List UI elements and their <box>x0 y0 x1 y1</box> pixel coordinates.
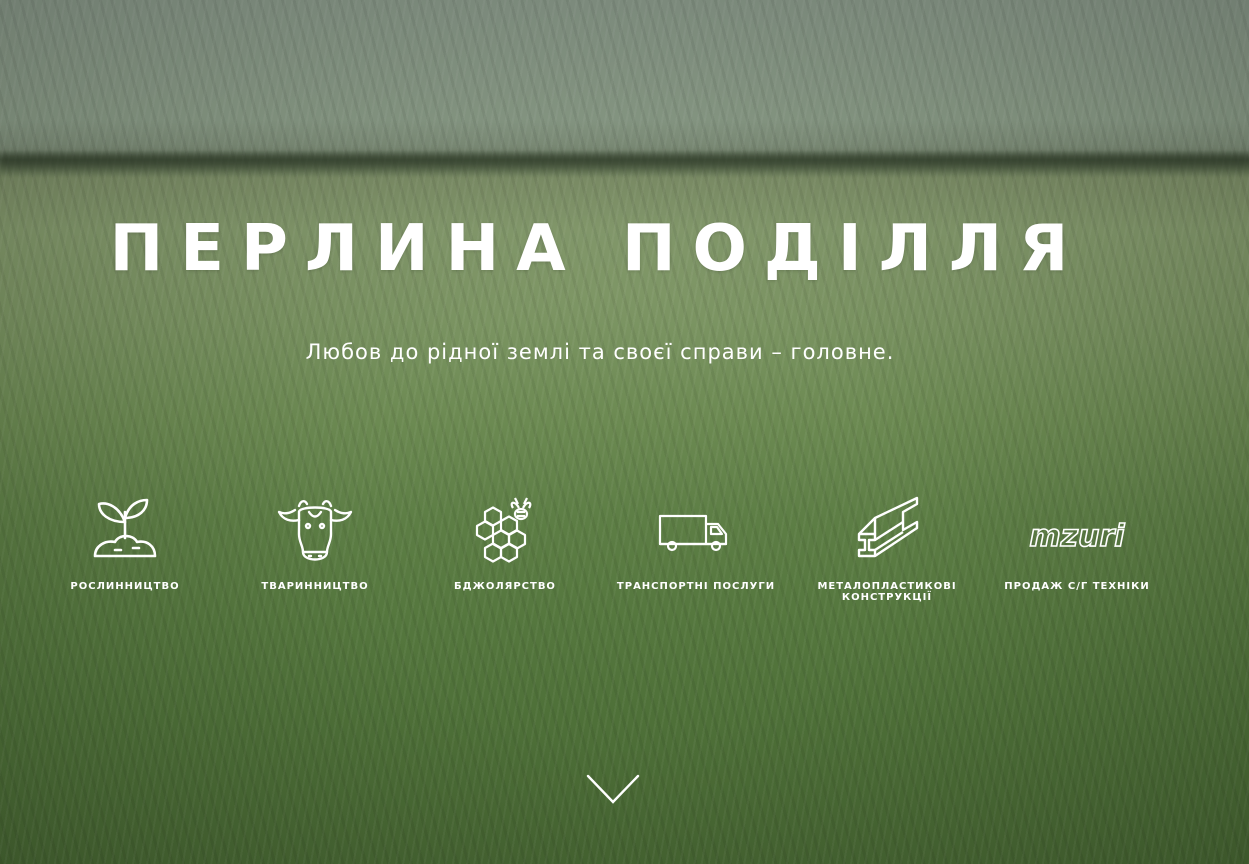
honeycomb-bee-icon <box>465 490 545 570</box>
service-beekeeping[interactable]: бджолярство <box>405 490 605 592</box>
service-label: продаж с/г техніки <box>1004 581 1150 592</box>
services-list: рослинництво тваринництво <box>25 490 1225 620</box>
service-label: бджолярство <box>454 581 556 592</box>
service-crop-production[interactable]: рослинництво <box>25 490 225 592</box>
hero-title: ПЕРЛИНА ПОДІЛЛЯ <box>109 212 1086 286</box>
service-transport[interactable]: транспортні послуги <box>596 490 796 592</box>
hero-overlay <box>0 0 1249 864</box>
service-label: транспортні послуги <box>616 581 776 592</box>
service-label: рослинництво <box>70 581 180 592</box>
plant-sprout-icon <box>85 490 165 570</box>
mzuri-logo-icon: mzuri <box>1029 490 1126 570</box>
steel-beam-icon <box>847 490 927 570</box>
service-metal-plastic[interactable]: металопластикові конструкції <box>787 490 987 603</box>
delivery-truck-icon <box>656 490 736 570</box>
service-machinery-sales[interactable]: mzuri продаж с/г техніки <box>977 490 1177 592</box>
chevron-down-icon <box>586 774 640 804</box>
scroll-down-button[interactable] <box>585 770 641 810</box>
cow-head-icon <box>275 490 355 570</box>
mzuri-logo-text: mzuri <box>1029 519 1125 554</box>
service-livestock[interactable]: тваринництво <box>215 490 415 592</box>
hero-subtitle: Любов до рідної землі та своєї справи – … <box>305 340 895 364</box>
service-label: тваринництво <box>261 581 369 592</box>
service-label: металопластикові конструкції <box>817 581 957 603</box>
